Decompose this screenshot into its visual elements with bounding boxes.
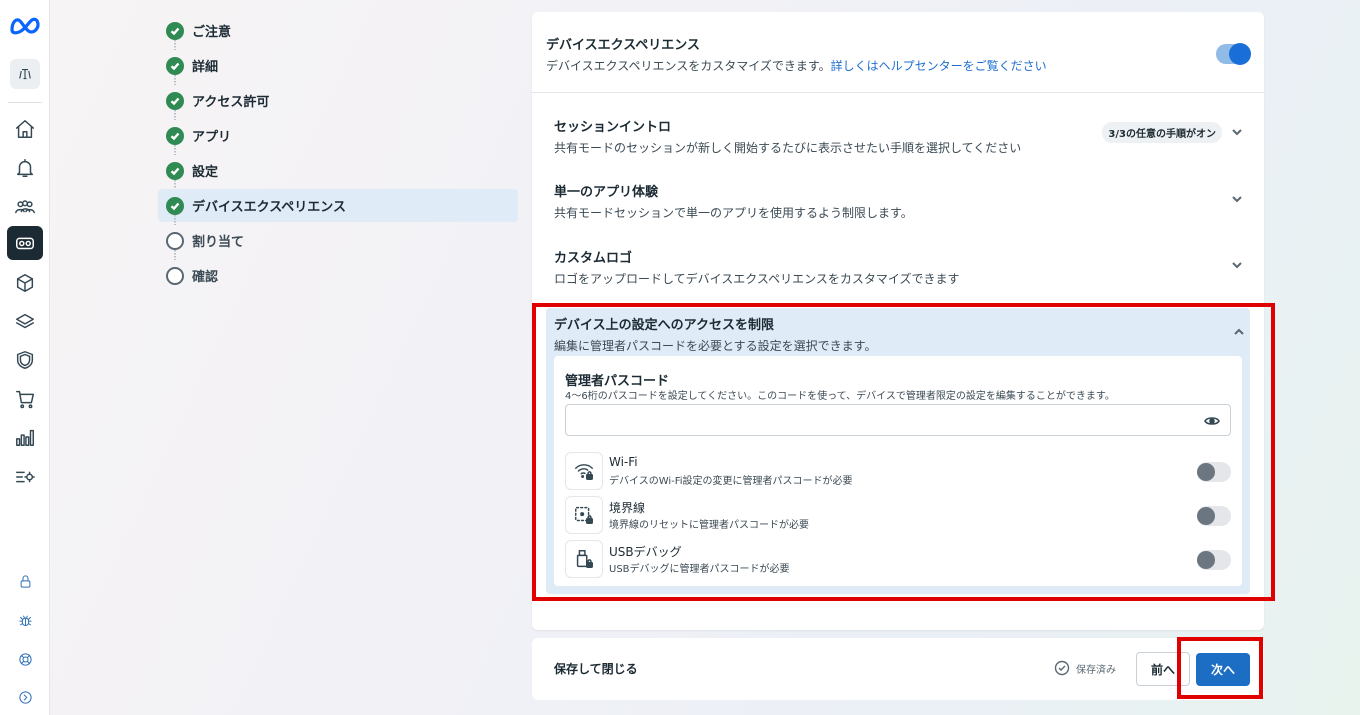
- restrict-access-highlight: [532, 303, 1275, 601]
- device-experience-subtitle: デバイスエクスペリエンスをカスタマイズできます。詳しくはヘルプセンターをご覧くだ…: [546, 59, 1047, 73]
- session-intro-section[interactable]: セッションイントロ 共有モードのセッションが新しく開始するたびに表示させたい手順…: [554, 116, 1244, 156]
- save-and-close-button[interactable]: 保存して閉じる: [554, 660, 638, 677]
- check-circle-icon: [166, 196, 184, 215]
- wizard-step-label: 割り当て: [192, 235, 245, 250]
- people-icon[interactable]: [7, 190, 43, 224]
- wizard-step[interactable]: デバイスエクスペリエンス: [158, 189, 518, 225]
- wizard-step[interactable]: 確認: [158, 259, 518, 292]
- check-circle-icon: [166, 126, 184, 145]
- check-circle-icon: [166, 161, 184, 180]
- wizard-step-label: 確認: [192, 270, 219, 285]
- check-circle-icon: [166, 91, 184, 110]
- session-intro-badge: 3/3の任意の手順がオン: [1102, 122, 1222, 143]
- device-experience-toggle[interactable]: [1216, 43, 1251, 65]
- wizard-step-label: ご注意: [192, 25, 232, 40]
- check-circle-icon: [166, 56, 184, 75]
- wizard-step[interactable]: 設定: [158, 154, 518, 190]
- home-icon[interactable]: [7, 112, 43, 146]
- wizard-footer: 保存して閉じる 保存済み 前へ 次へ: [532, 638, 1264, 700]
- vr-headset-icon[interactable]: [7, 226, 43, 260]
- bell-icon[interactable]: [7, 151, 43, 185]
- header-divider: [532, 92, 1264, 93]
- check-circle-icon: [166, 21, 184, 40]
- next-button-highlight: [1177, 637, 1263, 699]
- organization-badge[interactable]: [10, 59, 40, 89]
- meta-logo-icon[interactable]: [7, 8, 43, 42]
- wizard-step-label: アクセス許可: [192, 95, 270, 110]
- chevron-down-icon[interactable]: [1230, 191, 1244, 205]
- wizard-step-label: 詳細: [192, 60, 219, 75]
- settings-list-icon[interactable]: [7, 460, 43, 494]
- wizard-step-label: デバイスエクスペリエンス: [192, 200, 347, 215]
- lock-icon[interactable]: [7, 564, 43, 598]
- sidebar-divider: [8, 102, 42, 103]
- single-app-subtitle: 共有モードセッションで単一のアプリを使用するよう制限します。: [554, 206, 913, 220]
- chevron-down-icon[interactable]: [1230, 124, 1244, 138]
- device-experience-title: デバイスエクスペリエンス: [546, 38, 701, 53]
- single-app-title: 単一のアプリ体験: [554, 185, 659, 200]
- left-sidebar: [0, 0, 50, 715]
- empty-circle-icon: [166, 266, 184, 285]
- saved-status: 保存済み: [1054, 660, 1116, 676]
- cube-icon[interactable]: [7, 266, 43, 300]
- analytics-icon[interactable]: [7, 420, 43, 454]
- help-lifebuoy-icon[interactable]: [7, 642, 43, 676]
- custom-logo-title: カスタムロゴ: [554, 251, 633, 266]
- chevron-down-icon[interactable]: [1230, 257, 1244, 271]
- device-experience-header: デバイスエクスペリエンス デバイスエクスペリエンスをカスタマイズできます。詳しく…: [546, 34, 1251, 74]
- cart-icon[interactable]: [7, 382, 43, 416]
- empty-circle-icon: [166, 231, 184, 250]
- wizard-step-label: 設定: [192, 165, 219, 180]
- wizard-step[interactable]: アクセス許可: [158, 84, 518, 120]
- bug-icon[interactable]: [7, 603, 43, 637]
- wizard-step[interactable]: 詳細: [158, 49, 518, 85]
- single-app-section[interactable]: 単一のアプリ体験 共有モードセッションで単一のアプリを使用するよう制限します。: [554, 181, 1244, 221]
- expand-sidebar-icon[interactable]: [7, 680, 43, 714]
- help-center-link[interactable]: 詳しくはヘルプセンターをご覧ください: [831, 59, 1047, 73]
- wizard-step[interactable]: ご注意: [158, 14, 518, 50]
- organization-icon: [19, 68, 31, 80]
- wizard-step-label: アプリ: [192, 130, 232, 145]
- check-circle-icon: [1054, 660, 1070, 676]
- wizard-step[interactable]: 割り当て: [158, 224, 518, 260]
- custom-logo-subtitle: ロゴをアップロードしてデバイスエクスペリエンスをカスタマイズできます: [554, 272, 960, 286]
- shield-icon[interactable]: [7, 343, 43, 377]
- custom-logo-section[interactable]: カスタムロゴ ロゴをアップロードしてデバイスエクスペリエンスをカスタマイズできま…: [554, 247, 1244, 287]
- wizard-steps: ご注意詳細アクセス許可 アプリ設定デバイスエクスペリエンス 割り当て確認: [158, 14, 518, 294]
- wizard-step[interactable]: アプリ: [158, 119, 518, 155]
- layers-icon[interactable]: [7, 305, 43, 339]
